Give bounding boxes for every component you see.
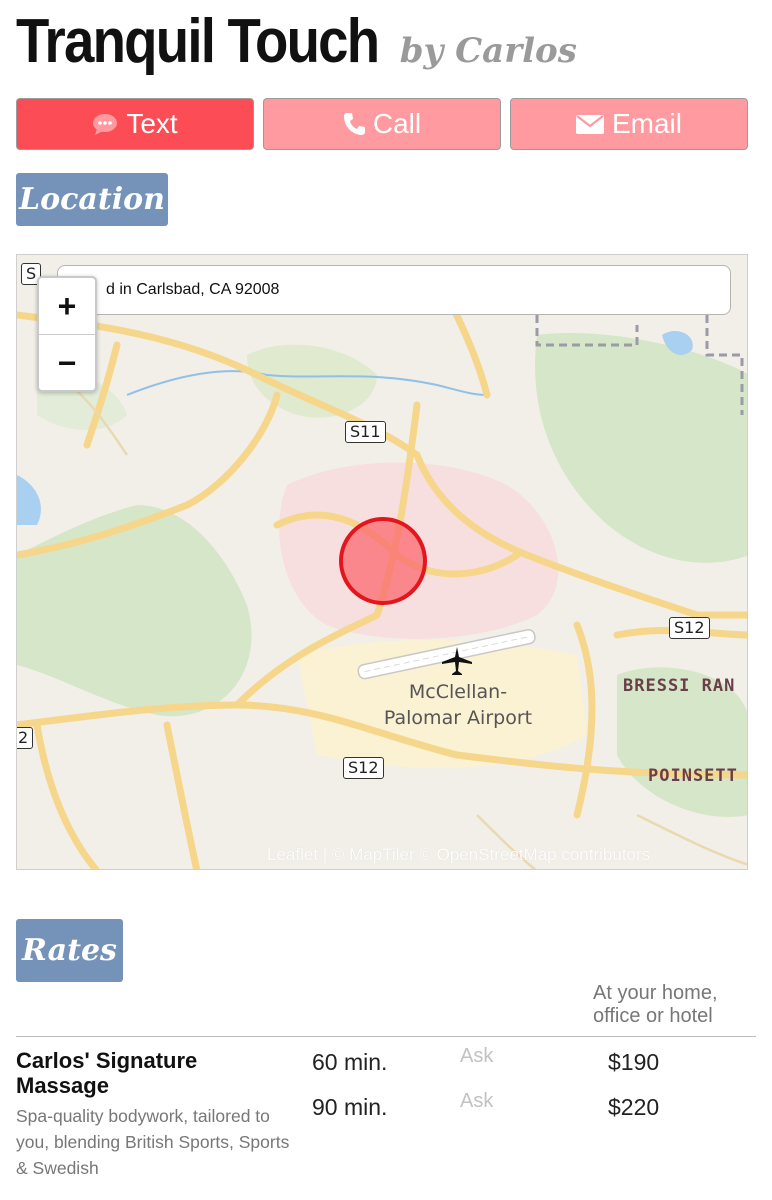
business-title: Tranquil Touch — [16, 7, 380, 76]
call-button[interactable]: Call — [263, 98, 501, 150]
rates-section-tag: Rates — [16, 919, 123, 982]
owner-byline: by Carlos — [399, 31, 577, 71]
rates-column-header: At your home, office or hotel — [593, 982, 718, 1027]
rate-ask: Ask — [460, 1090, 494, 1112]
service-description: Spa-quality bodywork, tailored to you, b… — [16, 1106, 290, 1178]
phone-icon — [343, 112, 365, 136]
envelope-icon — [575, 113, 604, 135]
map-search-text: d in Carlsbad, CA 92008 — [106, 281, 280, 298]
airport-icon — [442, 647, 472, 680]
text-button[interactable]: Text — [16, 98, 254, 150]
route-shield: 2 — [17, 727, 34, 749]
area-label: BRESSI RAN — [623, 676, 736, 696]
location-section-tag: Location — [16, 173, 168, 226]
rate-row: 60 min. Ask $190 — [310, 1045, 750, 1079]
area-label: POINSETT — [648, 766, 738, 786]
email-button[interactable]: Email — [510, 98, 748, 150]
header: Tranquil Touch by Carlos — [16, 6, 577, 78]
location-map[interactable]: McClellan- Palomar Airport S11 S12 S12 S… — [16, 254, 748, 870]
route-shield: S12 — [343, 757, 384, 779]
zoom-out-button[interactable]: − — [39, 335, 95, 391]
rate-price: $220 — [608, 1094, 660, 1120]
route-shield: S11 — [345, 421, 386, 443]
map-attribution[interactable]: Leaflet | © MapTiler © OpenStreetMap con… — [267, 845, 650, 865]
rate-row: 90 min. Ask $220 — [310, 1090, 750, 1124]
email-button-label: Email — [611, 108, 682, 139]
rate-duration: 90 min. — [312, 1094, 388, 1120]
divider — [16, 1036, 756, 1037]
zoom-in-button[interactable]: + — [39, 278, 95, 335]
rate-price: $190 — [608, 1049, 660, 1075]
service-name: Carlos' Signature Massage — [16, 1048, 198, 1098]
map-search-bar[interactable]: d in Carlsbad, CA 92008 — [57, 265, 731, 315]
rate-ask: Ask — [460, 1045, 494, 1067]
chat-bubble-icon — [92, 113, 118, 135]
text-button-label: Text — [126, 108, 178, 139]
airport-label: McClellan- Palomar Airport — [373, 679, 543, 731]
zoom-control: + − — [37, 276, 97, 392]
airport-label-line2: Palomar Airport — [383, 707, 533, 729]
airport-label-line1: McClellan- — [408, 681, 508, 703]
route-shield: S12 — [669, 617, 710, 639]
contact-buttons: Text Call Email — [16, 98, 748, 152]
rate-duration: 60 min. — [312, 1049, 388, 1075]
call-button-label: Call — [372, 108, 422, 139]
